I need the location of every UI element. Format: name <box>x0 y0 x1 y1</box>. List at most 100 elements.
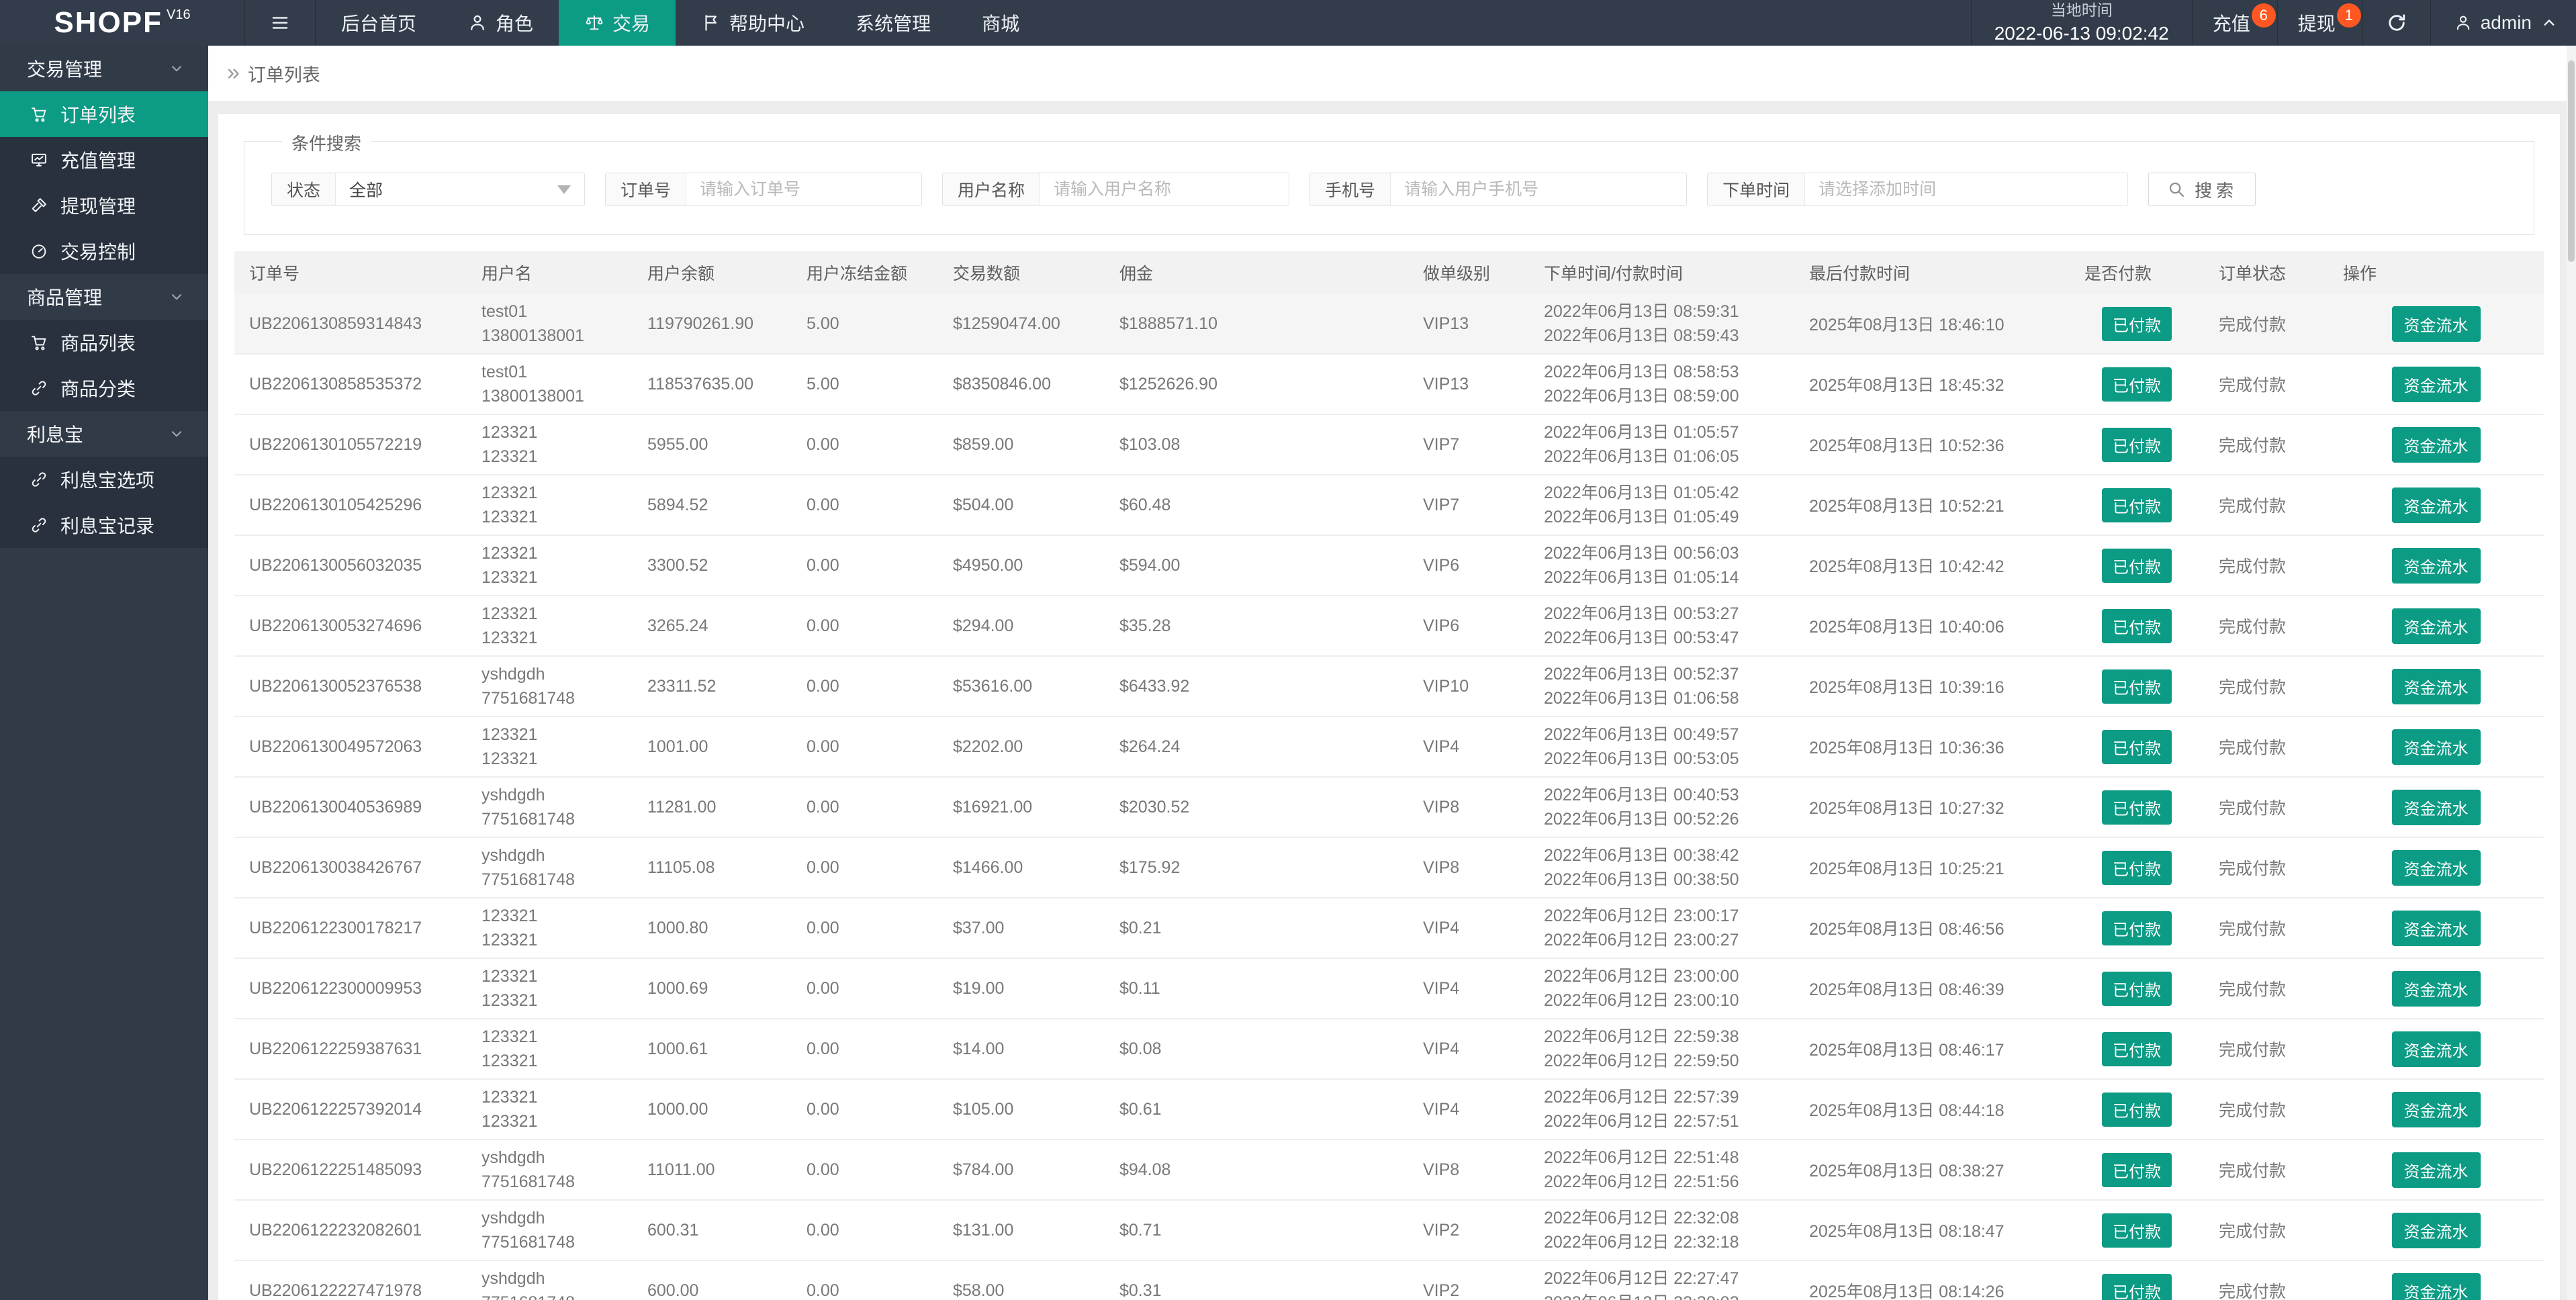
topbar: SHOPF V16 后台首页 角色 交易 帮助中心 系统管理 商城 当地时间 2022-0… <box>0 0 2576 46</box>
cell-pay-time: 2022年06月13日 01:06:05 <box>1544 447 1739 466</box>
cell-commission: $35.28 <box>1119 616 1171 635</box>
sidebar-item-goods-list[interactable]: 商品列表 <box>0 320 208 365</box>
column-header: 是否付款 <box>2084 265 2152 283</box>
funds-flow-button[interactable]: 资金流水 <box>2391 1091 2481 1127</box>
cell-order-pay-time: 2022年06月12日 23:00:17 2022年06月12日 23:00:27 <box>1529 904 1794 952</box>
sidebar-item-lixibao-options[interactable]: 利息宝选项 <box>0 457 208 502</box>
table-row: UB2206130858535372 test01 13800138001 11853… <box>234 353 2544 414</box>
sidebar-item-trade-control[interactable]: 交易控制 <box>0 228 208 274</box>
cell-user-account: 7751681748 <box>481 810 576 829</box>
nav-item-roles[interactable]: 角色 <box>442 0 559 46</box>
cell-balance: 1000.80 <box>647 918 708 937</box>
column-header: 订单号 <box>249 265 300 283</box>
recharge-nav-button[interactable]: 充值 6 <box>2191 0 2277 46</box>
cell-last-pay-time: 2025年08月13日 18:46:10 <box>1809 316 2005 334</box>
search-button[interactable]: 搜索 <box>2148 173 2256 206</box>
sidebar-item-withdraw-mgmt[interactable]: 提现管理 <box>0 183 208 228</box>
order-no-input[interactable] <box>686 173 922 205</box>
sidebar-item-recharge-mgmt[interactable]: 充值管理 <box>0 137 208 183</box>
cell-actions: 资金流水 <box>2328 1091 2544 1127</box>
order-no-filter-group: 订单号 <box>605 173 923 206</box>
sidebar-item-goods-category[interactable]: 商品分类 <box>0 365 208 411</box>
nav-item-help-center[interactable]: 帮助中心 <box>676 0 830 46</box>
cell-pay-time: 2022年06月13日 00:53:05 <box>1544 749 1739 768</box>
cell-user-account: 123321 <box>481 1052 538 1070</box>
withdraw-label: 提现 <box>2297 13 2336 34</box>
table-row: UB2206130038426767 yshdgdh 7751681748 11105… <box>234 837 2544 897</box>
scrollbar-thumb[interactable] <box>2568 60 2575 262</box>
funds-flow-button[interactable]: 资金流水 <box>2391 1212 2481 1248</box>
nav-item-system-mgmt[interactable]: 系统管理 <box>830 0 956 46</box>
vertical-scrollbar[interactable] <box>2567 46 2576 1300</box>
cell-last-pay-time: 2025年08月13日 10:40:06 <box>1809 618 2005 637</box>
cell-paid: 已付款 <box>2070 488 2204 522</box>
cell-user-account: 123321 <box>481 991 538 1010</box>
cell-actions: 资金流水 <box>2328 729 2544 765</box>
funds-flow-button[interactable]: 资金流水 <box>2391 1152 2481 1188</box>
funds-flow-button[interactable]: 资金流水 <box>2391 608 2481 644</box>
nav-item-trade[interactable]: 交易 <box>559 0 676 46</box>
sidebar-toggle-button[interactable] <box>245 0 316 46</box>
order-time-input[interactable] <box>1805 173 2128 205</box>
cell-username: 123321 <box>481 1088 538 1107</box>
cell-commission: $0.08 <box>1119 1039 1162 1058</box>
cell-order-time: 2022年06月13日 00:40:53 <box>1544 786 1739 804</box>
search-icon <box>2169 182 2184 197</box>
user-name-input[interactable] <box>1040 173 1289 205</box>
cell-username: yshdgdh <box>481 1148 545 1167</box>
cell-balance: 3265.24 <box>647 616 708 635</box>
search-filters: 状态 全部 订单号 用户名称 手机 <box>271 173 2507 206</box>
status-select[interactable]: 全部 <box>336 173 584 205</box>
cell-order-time: 2022年06月13日 08:58:53 <box>1544 363 1739 381</box>
sidebar-item-label: 商品分类 <box>60 379 136 400</box>
funds-flow-button[interactable]: 资金流水 <box>2391 729 2481 765</box>
cell-amount: $105.00 <box>953 1099 1014 1119</box>
funds-flow-button[interactable]: 资金流水 <box>2391 547 2481 584</box>
withdraw-nav-button[interactable]: 提现 1 <box>2276 0 2362 46</box>
logo-version: V16 <box>166 7 191 22</box>
cell-order-pay-time: 2022年06月12日 23:00:00 2022年06月12日 23:00:10 <box>1529 964 1794 1013</box>
cell-order-status: 完成付款 <box>2219 316 2287 334</box>
cell-order-pay-time: 2022年06月13日 00:38:42 2022年06月13日 00:38:50 <box>1529 843 1794 892</box>
nav-item-mall[interactable]: 商城 <box>956 0 1045 46</box>
hamburger-icon <box>270 13 290 33</box>
cell-frozen: 0.00 <box>807 616 839 635</box>
cell-balance: 1000.61 <box>647 1039 708 1058</box>
funds-flow-button[interactable]: 资金流水 <box>2391 970 2481 1007</box>
user-menu[interactable]: admin <box>2430 0 2576 46</box>
funds-flow-button[interactable]: 资金流水 <box>2391 668 2481 704</box>
sidebar-group-goods-mgmt[interactable]: 商品管理 <box>0 274 208 320</box>
cell-commission: $0.21 <box>1119 918 1162 937</box>
funds-flow-button[interactable]: 资金流水 <box>2391 1031 2481 1067</box>
phone-input[interactable] <box>1391 173 1687 205</box>
nav-item-dashboard[interactable]: 后台首页 <box>316 0 442 46</box>
cell-order-status: 完成付款 <box>2219 1162 2287 1180</box>
sidebar-group-trade-mgmt[interactable]: 交易管理 <box>0 46 208 91</box>
order-time-filter-group: 下单时间 <box>1707 173 2129 206</box>
cell-balance: 118537635.00 <box>647 374 754 393</box>
cell-balance: 5894.52 <box>647 495 708 514</box>
nav-item-label: 商城 <box>982 13 1020 34</box>
cell-balance: 600.31 <box>647 1220 699 1240</box>
order-time-label: 下单时间 <box>1708 173 1806 205</box>
refresh-button[interactable] <box>2362 0 2430 46</box>
funds-flow-button[interactable]: 资金流水 <box>2391 910 2481 946</box>
cell-username: yshdgdh <box>481 665 545 684</box>
cell-order-time: 2022年06月13日 00:49:57 <box>1544 725 1739 744</box>
search-button-label: 搜索 <box>2195 180 2238 201</box>
sidebar-item-lixibao-records[interactable]: 利息宝记录 <box>0 502 208 548</box>
sidebar-item-order-list[interactable]: 订单列表 <box>0 91 208 137</box>
sidebar-group-lixibao[interactable]: 利息宝 <box>0 411 208 457</box>
funds-flow-button[interactable]: 资金流水 <box>2391 426 2481 463</box>
cell-order-status: 完成付款 <box>2219 920 2287 939</box>
funds-flow-button[interactable]: 资金流水 <box>2391 849 2481 886</box>
funds-flow-button[interactable]: 资金流水 <box>2391 366 2481 402</box>
funds-flow-button[interactable]: 资金流水 <box>2391 1272 2481 1300</box>
cell-last-pay-time: 2025年08月13日 18:45:32 <box>1809 376 2005 395</box>
funds-flow-button[interactable]: 资金流水 <box>2391 487 2481 523</box>
phone-label: 手机号 <box>1310 173 1391 205</box>
funds-flow-button[interactable]: 资金流水 <box>2391 789 2481 825</box>
cell-last-pay-time: 2025年08月13日 10:36:36 <box>1809 739 2005 757</box>
cell-order-no: UB2206130105425296 <box>249 495 422 514</box>
funds-flow-button[interactable]: 资金流水 <box>2391 306 2481 342</box>
